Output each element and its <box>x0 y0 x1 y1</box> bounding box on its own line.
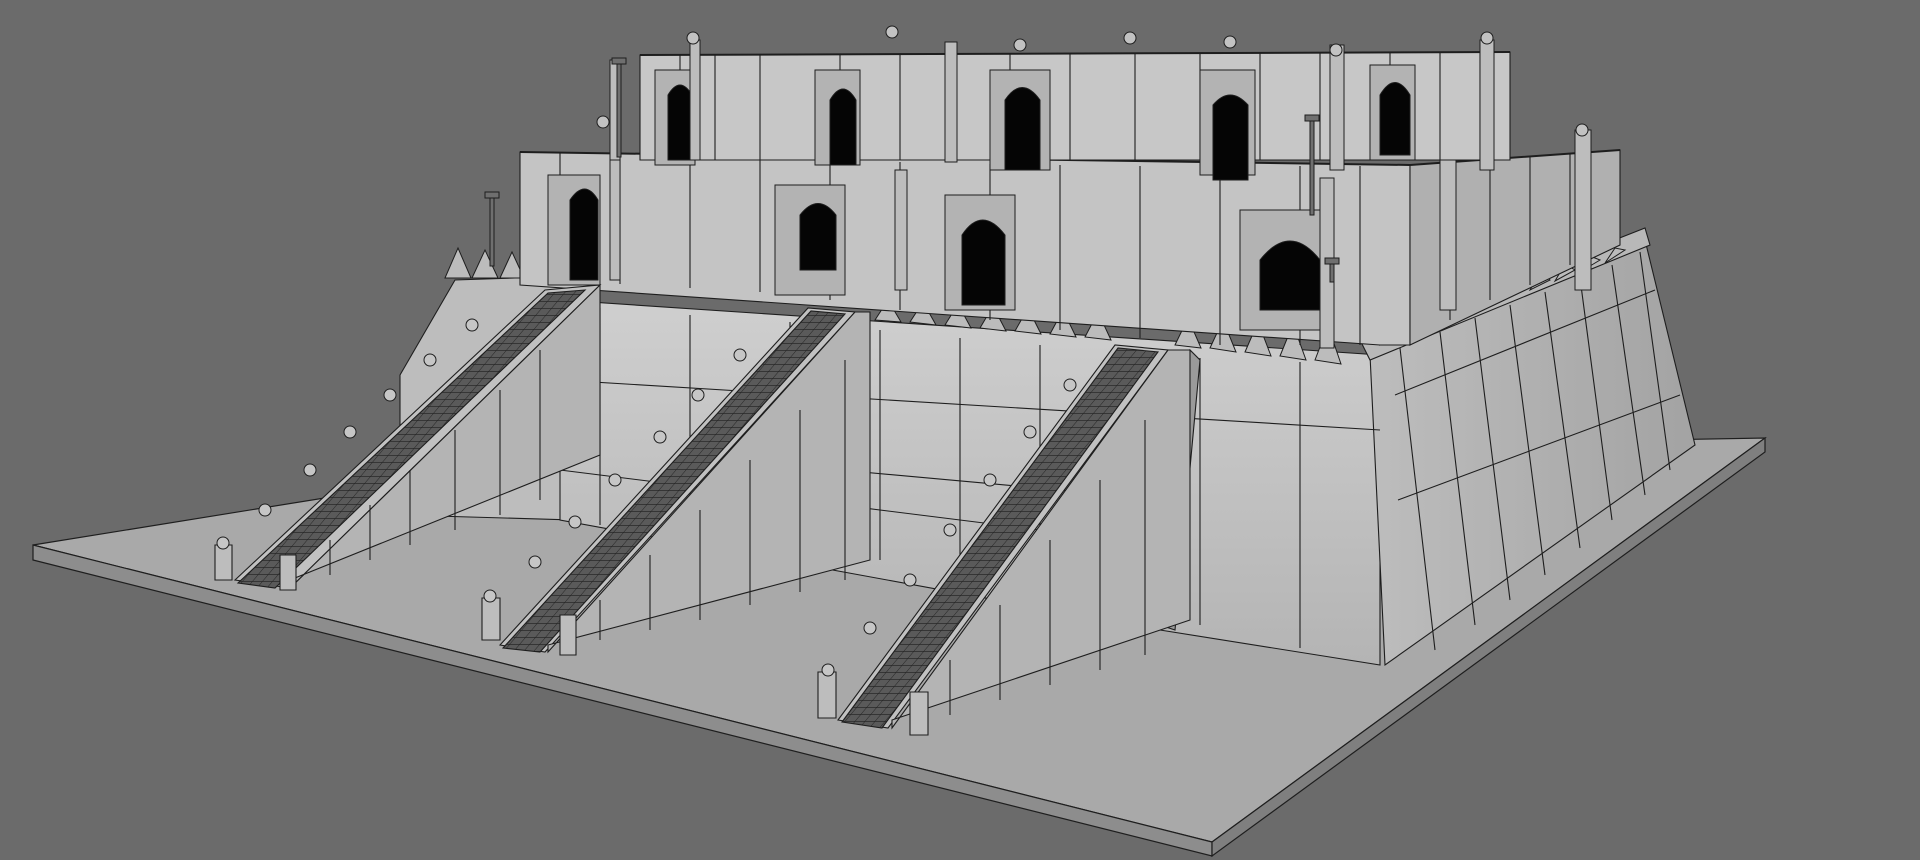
door-mid-1 <box>547 174 601 286</box>
ziggurat-scene <box>32 25 1767 858</box>
door-top-4 <box>1199 69 1256 181</box>
3d-viewport[interactable] <box>0 0 1920 860</box>
door-top-3 <box>989 69 1051 171</box>
door-top-1 <box>654 69 696 166</box>
door-top-5 <box>1369 64 1416 161</box>
door-mid-3 <box>944 194 1016 311</box>
door-mid-2 <box>774 184 846 296</box>
door-top-2 <box>814 69 861 166</box>
door-mid-4 <box>1239 209 1331 331</box>
